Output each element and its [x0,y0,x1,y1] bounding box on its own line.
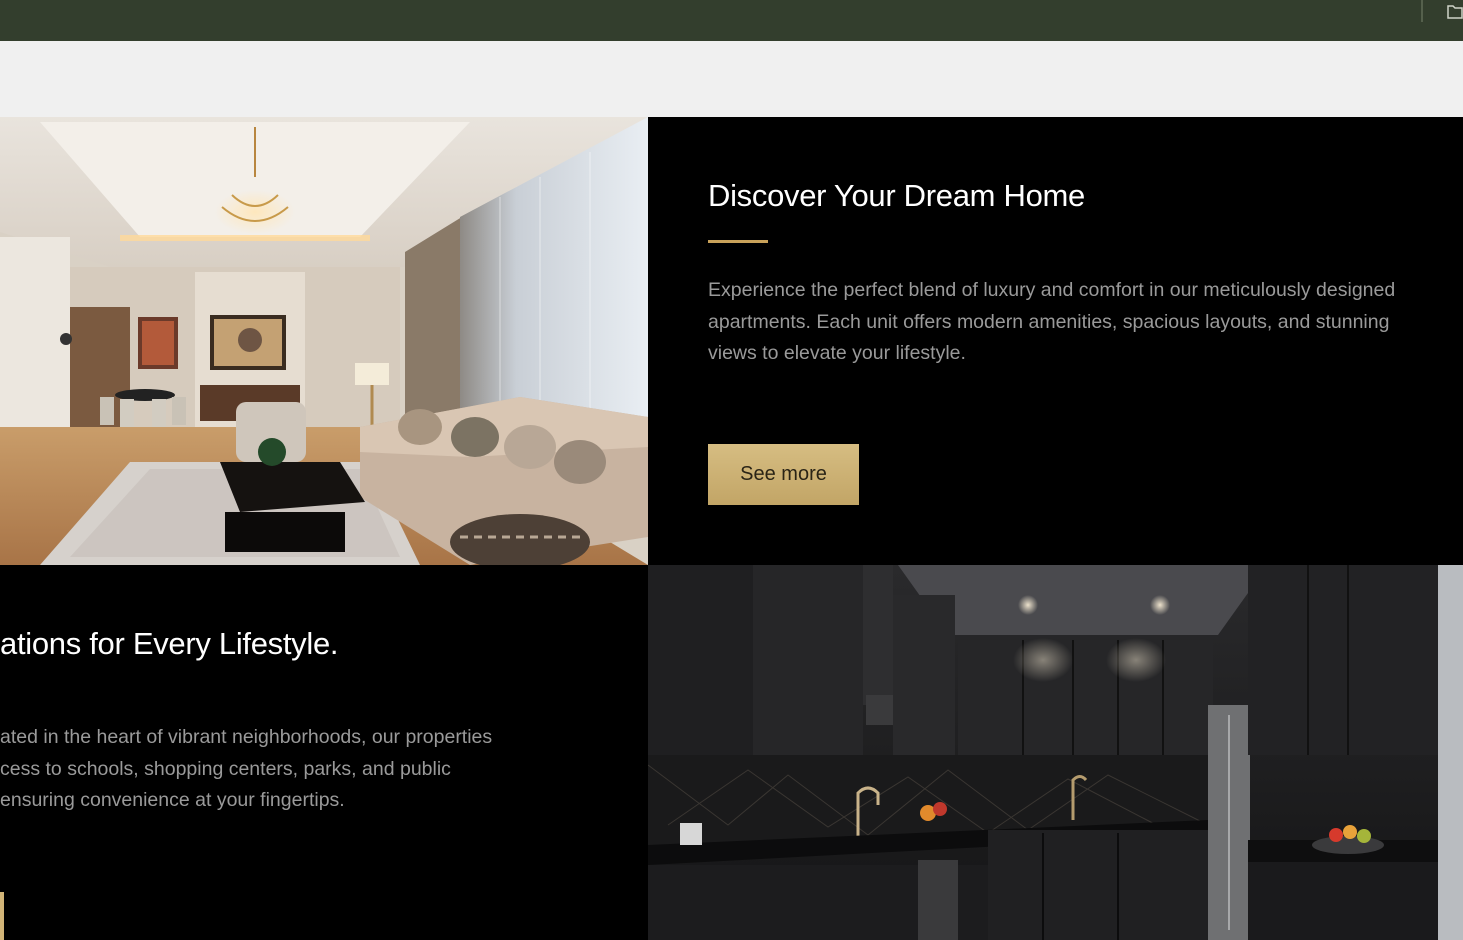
dream-home-section: Discover Your Dream Home Experience the … [0,117,1463,565]
description-line: ensuring convenience at your fingertips. [0,789,345,811]
top-bar-divider [1421,0,1423,22]
see-more-button[interactable]: See more [708,444,859,505]
kitchen-photo [648,565,1463,940]
folder-icon[interactable] [1447,2,1463,19]
see-more-button-edge[interactable] [0,892,4,940]
section-heading: Discover Your Dream Home [708,178,1086,213]
section-description: Experience the perfect blend of luxury a… [708,279,1396,364]
description-line: ated in the heart of vibrant neighborhoo… [0,726,493,748]
section-heading: ations for Every Lifestyle. [0,626,339,661]
living-room-photo [0,117,648,565]
heading-divider [708,240,768,243]
description-line: cess to schools, shopping centers, parks… [0,757,451,780]
locations-section: ations for Every Lifestyle. ated in the … [0,565,1463,940]
top-bar [0,0,1463,41]
section-description: ated in the heart of vibrant neighborhoo… [0,722,600,817]
header-band [0,41,1463,117]
